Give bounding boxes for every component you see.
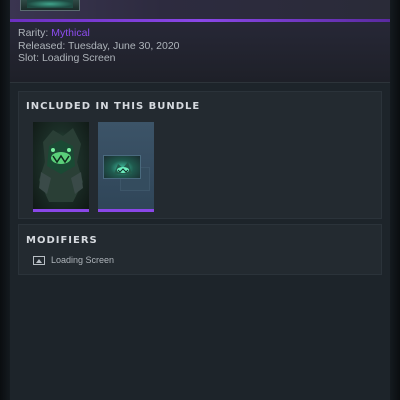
modifier-label: Loading Screen xyxy=(51,255,115,265)
modifier-item: Loading Screen xyxy=(33,255,114,265)
item-thumbnail[interactable] xyxy=(20,0,80,11)
loading-screen-preview-icon xyxy=(103,155,141,179)
rarity-bar xyxy=(98,209,154,212)
item-meta: Rarity: Mythical Released: Tuesday, June… xyxy=(18,27,180,65)
item-header: Rarity: Mythical Released: Tuesday, June… xyxy=(10,0,390,82)
modifiers-section: MODIFIERS Loading Screen xyxy=(18,224,382,275)
mythical-hero-art-icon xyxy=(39,128,83,202)
rarity-label: Rarity: xyxy=(18,27,49,39)
bundle-item-card[interactable] xyxy=(98,122,154,212)
left-edge xyxy=(0,0,10,400)
rarity-row: Rarity: Mythical xyxy=(18,27,180,40)
slot-value: Loading Screen xyxy=(41,52,116,64)
right-edge xyxy=(390,0,400,400)
bundle-title: INCLUDED IN THIS BUNDLE xyxy=(26,101,201,112)
slot-row: Slot: Loading Screen xyxy=(18,52,180,65)
bundle-item-card[interactable] xyxy=(33,122,89,212)
image-icon xyxy=(33,255,45,265)
rarity-accent-bar xyxy=(10,19,390,22)
rarity-value: Mythical xyxy=(51,27,90,39)
released-row: Released: Tuesday, June 30, 2020 xyxy=(18,40,180,53)
item-detail-panel: Rarity: Mythical Released: Tuesday, June… xyxy=(10,0,390,400)
slot-label: Slot: xyxy=(18,52,40,64)
thumbnail-art-icon xyxy=(27,0,73,8)
header-divider xyxy=(10,82,390,83)
released-value: Tuesday, June 30, 2020 xyxy=(68,39,180,52)
modifiers-title: MODIFIERS xyxy=(26,235,98,246)
released-label: Released: xyxy=(18,39,66,52)
bundle-section: INCLUDED IN THIS BUNDLE xyxy=(18,91,382,219)
rarity-bar xyxy=(33,209,89,212)
header-strip xyxy=(10,0,390,21)
